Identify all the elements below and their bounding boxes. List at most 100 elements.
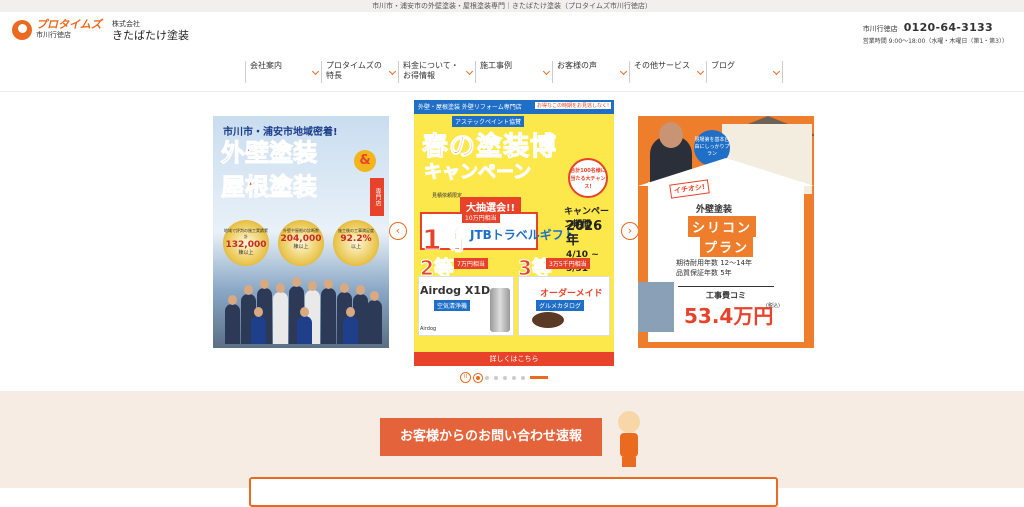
nav-item-blog[interactable]: ブログ [706, 61, 782, 83]
first-prize-name: JTBトラベルギフト [470, 228, 576, 242]
campaign-top-right: お得なこの時期をお見逃しなく! [534, 102, 611, 109]
phone-number-link[interactable]: 0120-64-3133 [904, 21, 993, 34]
plan-name-1: シリコン [688, 216, 757, 237]
site-logo[interactable]: プロタイムズ 市川行徳店 [12, 19, 102, 40]
medal-diagnoses: 外壁や屋根の診断数 204,000 棟以上 [278, 220, 324, 266]
company-name: きたばたけ塗装 [112, 29, 189, 42]
banner-headline: 市川市・浦安市地域密着! [223, 127, 338, 138]
slider-dot[interactable] [503, 375, 507, 380]
chevron-down-icon [388, 67, 397, 76]
campaign-year: 2026年 [566, 219, 603, 248]
nav-item-label: その他サービス [634, 61, 690, 70]
medal-title: 地域で評判の施工実績累計 [224, 228, 268, 239]
slider-dot[interactable] [485, 375, 489, 380]
airdog-brand: Airdog [420, 326, 437, 332]
medal-value: 92.2% [340, 234, 372, 244]
top-announcement-bar: 市川市・浦安市の外壁塗装・屋根塗装専門｜きたばたけ塗装（プロタイムズ市川行徳店） [0, 0, 1024, 12]
banner-spring-campaign[interactable]: 外壁・屋根塗装 外壁リフォーム専門店 お得なこの時期をお見逃しなく! アステック… [414, 100, 614, 366]
plan-fee-label: 工事費コミ [678, 286, 774, 301]
protimes-logo-icon [12, 19, 32, 40]
campaign-top-left: 外壁・屋根塗装 外壁リフォーム専門店 [418, 104, 522, 111]
slider-prev-button[interactable]: ‹ [389, 222, 407, 240]
chevron-down-icon [696, 67, 705, 76]
campaign-details-link[interactable]: 詳しくはこちら [414, 352, 614, 366]
medal-unit: 棟以上 [293, 244, 309, 250]
banner-title-roof: 屋根塗装 [221, 173, 318, 201]
air-purifier-image [490, 288, 510, 332]
site-header: プロタイムズ 市川行徳店 株式会社 きたばたけ塗装 市川行徳店 0120-64-… [0, 12, 1024, 52]
mascot-character [612, 411, 646, 469]
ampersand-badge: & [354, 150, 376, 172]
medal-value: 204,000 [280, 234, 322, 244]
second-prize-name: Airdog X1D [420, 284, 491, 297]
plan-tax-note: (税込) [766, 303, 780, 309]
nav-item-pricing[interactable]: 料金について・お得情報 [398, 61, 475, 83]
nav-item-voices[interactable]: お客様の声 [552, 61, 629, 83]
header-contact: 市川行徳店 0120-64-3133 営業時間 9:00～18:00（水曜・木曜… [863, 21, 1008, 45]
slider-pagination: II [460, 372, 548, 383]
small-house-image [638, 282, 674, 332]
second-prize-amount: 7万円相当 [454, 258, 488, 269]
chevron-down-icon [311, 67, 320, 76]
slider-dot[interactable] [521, 375, 525, 380]
campaign-subtitle: キャンペーン [423, 162, 532, 184]
nav-item-label: ブログ [711, 61, 735, 70]
nav-item-label: 料金について・お得情報 [403, 61, 459, 80]
slider-pause-button[interactable]: II [460, 372, 471, 383]
third-prize-amount: 3万5千円相当 [546, 258, 590, 269]
chevron-down-icon [542, 67, 551, 76]
medal-satisfaction: 施工後の工事満足度 92.2% 以上 [333, 220, 379, 266]
nav-item-company[interactable]: 会社案内 [245, 61, 321, 83]
chevron-down-icon [772, 67, 781, 76]
slider-dot[interactable] [512, 375, 516, 380]
slider-next-button[interactable]: › [621, 222, 639, 240]
nav-item-services[interactable]: その他サービス [629, 61, 706, 83]
nav-item-cases[interactable]: 施工事例 [475, 61, 552, 83]
plan-price: 53.4万円 [684, 304, 774, 328]
campaign-winners-badge: 合計100名様に当たる大チャンス! [568, 158, 608, 198]
nav-item-label: 施工事例 [480, 61, 512, 70]
mascot-head [618, 411, 640, 433]
chevron-down-icon [619, 67, 628, 76]
inquiry-news-box [249, 477, 778, 507]
slider-dot[interactable] [476, 375, 480, 380]
banner-local-painting[interactable]: 市川市・浦安市地域密着! 外壁塗装 & 屋根塗装 専門店 地域で評判の施工実績累… [213, 116, 389, 348]
main-navigation: 会社案内 プロタイムズの特長 料金について・お得情報 施工事例 お客様の声 その… [0, 52, 1024, 92]
medal-title: 施工後の工事満足度 [338, 228, 374, 233]
first-prize-amount: 10万円相当 [462, 212, 500, 223]
chevron-down-icon [465, 67, 474, 76]
plan-category: 外壁塗装 [696, 205, 733, 215]
slider-progress-bar [530, 376, 548, 379]
plan-warranty: 品質保証年数 5年 [676, 269, 732, 277]
mascot-legs [622, 457, 636, 467]
mascot-body [620, 433, 638, 457]
nav-divider [782, 61, 783, 83]
contact-store-label: 市川行徳店 [862, 25, 898, 33]
gourmet-dish-image [532, 312, 564, 328]
hero-slider: 市川市・浦安市地域密着! 外壁塗装 & 屋根塗装 専門店 地域で評判の施工実績累… [0, 92, 1024, 389]
nav-item-features[interactable]: プロタイムズの特長 [321, 61, 398, 83]
second-prize-desc: 空気清浄機 [434, 300, 471, 311]
inquiry-news-section: お客様からのお問い合わせ速報 [0, 391, 1024, 507]
company-name-block: 株式会社 きたばたけ塗装 [112, 20, 189, 42]
logo-store-name: 市川行徳店 [36, 31, 71, 39]
medal-unit: 棟以上 [238, 250, 254, 256]
slider-dot[interactable] [494, 375, 498, 380]
nav-item-label: お客様の声 [557, 61, 597, 70]
logo-brand-name: プロタイムズ [36, 18, 102, 31]
section-title: お客様からのお問い合わせ速報 [380, 418, 602, 456]
medal-title: 外壁や屋根の診断数 [283, 228, 319, 233]
banner-title-wall: 外壁塗装 [221, 139, 318, 167]
nav-item-label: 会社案内 [250, 61, 282, 70]
third-prize-desc: グルメカタログ [536, 300, 585, 311]
medal-value: 132,000 [225, 240, 267, 250]
medal-works: 地域で評判の施工実績累計 132,000 棟以上 [223, 220, 269, 266]
staff-group-photo [221, 266, 382, 344]
banner-silicon-plan[interactable]: 現場第を基本自由にしっかりプラン イチオシ! 外壁塗装 シリコン プラン 期待耐… [638, 116, 814, 348]
nav-item-label: プロタイムズの特長 [326, 61, 382, 80]
company-type-label: 株式会社 [112, 20, 140, 28]
business-hours: 営業時間 9:00～18:00（水曜・木曜日（第1・第3）） [862, 38, 1008, 45]
medal-unit: 以上 [350, 244, 361, 250]
specialist-badge: 専門店 [370, 178, 384, 216]
plan-durability: 期待耐用年数 12～14年 [676, 259, 753, 267]
